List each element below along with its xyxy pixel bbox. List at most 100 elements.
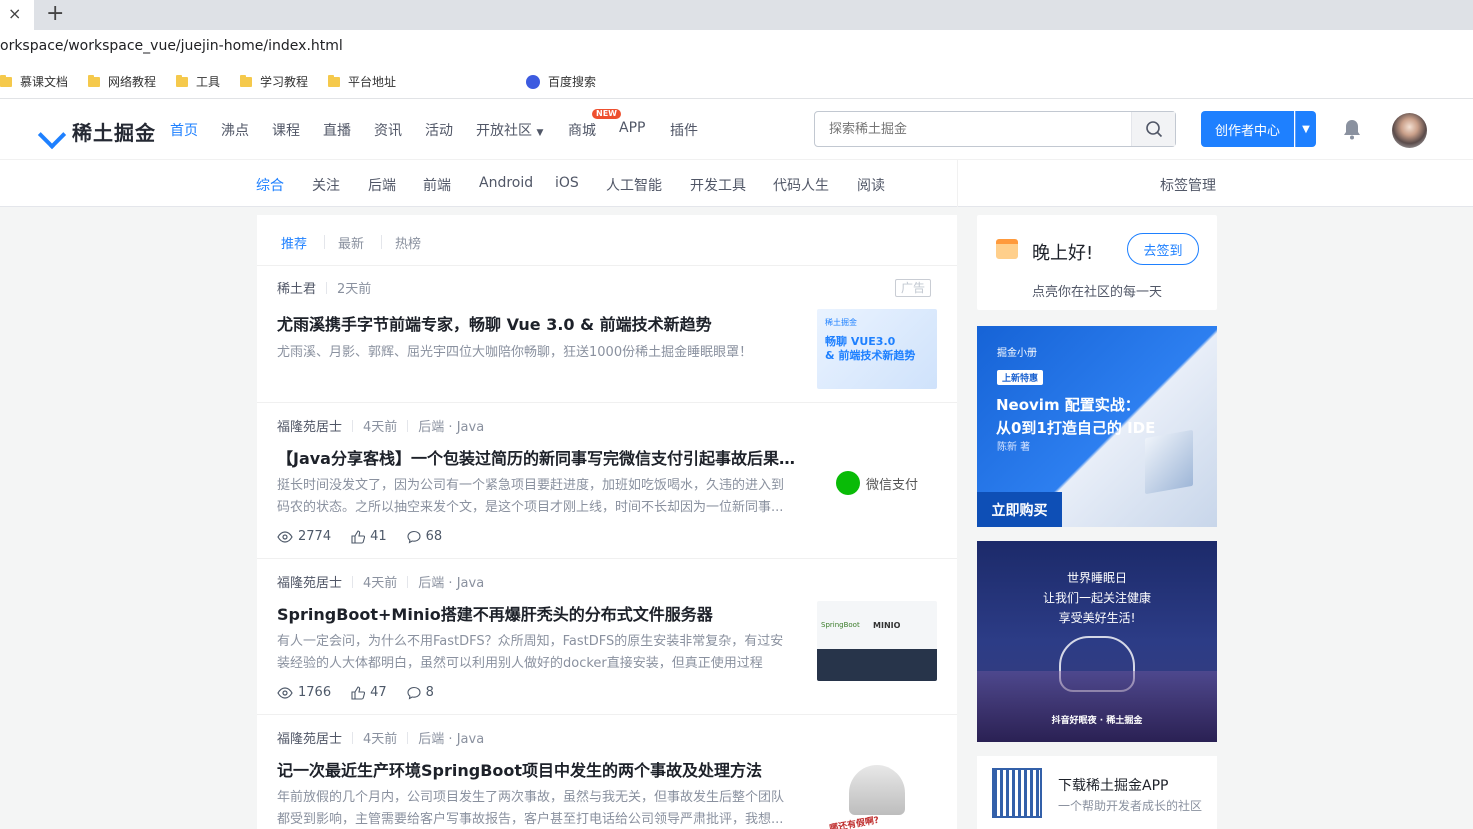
- caret-down-icon: ▼: [536, 128, 544, 138]
- folder-icon: [240, 74, 252, 87]
- article-item[interactable]: 福隆苑居士 4天前 后端 · Java 记一次最近生产环境SpringBoot项…: [257, 715, 957, 829]
- nav-events[interactable]: 活动: [425, 120, 453, 140]
- banner-tag: 上新特惠: [997, 370, 1044, 385]
- creator-dropdown-button[interactable]: ▼: [1295, 111, 1316, 147]
- category-android[interactable]: Android: [479, 175, 533, 191]
- user-avatar[interactable]: [1392, 113, 1427, 148]
- article-abstract[interactable]: 有人一定会问，为什么不用FastDFS？众所周知，FastDFS的原生安装非常复…: [277, 631, 787, 675]
- post-time: 4天前: [363, 732, 398, 747]
- caret-down-icon: ▼: [1302, 123, 1310, 135]
- search-input[interactable]: [815, 112, 1133, 146]
- article-tags[interactable]: 后端 · Java: [418, 572, 484, 591]
- nav-pins[interactable]: 沸点: [221, 120, 249, 140]
- article-abstract[interactable]: 挺长时间没发文了，因为公司有一个紧急项目要赶进度，加班如吃饭喝水，久违的进入到码…: [277, 475, 787, 519]
- bookmark-item[interactable]: 网络教程: [88, 73, 156, 90]
- course-banner[interactable]: 掘金小册 上新特惠 Neovim 配置实战： 从0到1打造自己的 IDE 陈新 …: [977, 326, 1217, 527]
- tag-management-link[interactable]: 标签管理: [1160, 175, 1216, 195]
- article-title[interactable]: SpringBoot+Minio搭建不再爆肝秃头的分布式文件服务器: [277, 601, 797, 625]
- juejin-logo-icon: [40, 121, 68, 143]
- post-time: 4天前: [363, 420, 398, 435]
- bookmark-item[interactable]: 学习教程: [240, 73, 308, 90]
- nav-home[interactable]: 首页: [170, 120, 198, 140]
- article-item[interactable]: 稀土君 2天前 尤雨溪携手字节前端专家，畅聊 Vue 3.0 & 前端技术新趋势…: [257, 266, 957, 403]
- article-tags[interactable]: 后端 · Java: [418, 416, 484, 435]
- article-thumbnail[interactable]: 稀土掘金 畅聊 VUE3.0 & 前端技术新趋势: [817, 309, 937, 389]
- category-frontend[interactable]: 前端: [423, 175, 451, 195]
- sleep-day-banner[interactable]: 世界睡眠日 让我们一起关注健康 享受美好生活! 抖音好眠夜 · 稀土掘金: [977, 541, 1217, 742]
- category-code-life[interactable]: 代码人生: [773, 175, 829, 195]
- category-following[interactable]: 关注: [312, 175, 340, 195]
- article-meta: 福隆苑居士 4天前 后端 · Java: [277, 572, 484, 591]
- article-item[interactable]: 福隆苑居士 4天前 后端 · Java SpringBoot+Minio搭建不再…: [257, 559, 957, 715]
- article-item[interactable]: 福隆苑居士 4天前 后端 · Java 【Java分享客栈】一个包装过简历的新同…: [257, 403, 957, 559]
- url-text[interactable]: orkspace/workspace_vue/juejin-home/index…: [0, 38, 343, 54]
- article-title[interactable]: 尤雨溪携手字节前端专家，畅聊 Vue 3.0 & 前端技术新趋势: [277, 311, 797, 335]
- author-name[interactable]: 稀土君: [277, 278, 316, 297]
- nav-plugins[interactable]: 插件: [670, 120, 698, 140]
- notification-bell-icon[interactable]: [1341, 118, 1363, 140]
- buy-now-button[interactable]: 立即购买: [977, 492, 1062, 527]
- banner-title: 从0到1打造自己的 IDE: [996, 419, 1156, 437]
- category-backend[interactable]: 后端: [368, 175, 396, 195]
- nav-news[interactable]: 资讯: [374, 120, 402, 140]
- category-reading[interactable]: 阅读: [857, 175, 885, 195]
- figure-illustration-icon: [849, 765, 905, 815]
- nav-mall[interactable]: 商城: [568, 120, 596, 140]
- banner-brand: 掘金小册: [997, 348, 1037, 359]
- search-button[interactable]: [1131, 112, 1175, 146]
- close-tab-icon[interactable]: ×: [8, 4, 21, 24]
- article-abstract[interactable]: 尤雨溪、月影、郭辉、屈光宇四位大咖陪你畅聊，狂送1000份稀土掘金睡眠眼罩！: [277, 342, 787, 386]
- folder-icon: [0, 74, 12, 87]
- category-ios[interactable]: iOS: [555, 175, 579, 191]
- app-download-title[interactable]: 下载稀土掘金APP: [1058, 775, 1168, 795]
- banner-author: 陈新 著: [997, 442, 1031, 453]
- article-thumbnail[interactable]: 哪还有假啊?: [817, 755, 937, 829]
- article-thumbnail[interactable]: 微信支付: [817, 443, 937, 523]
- divider: [324, 235, 325, 249]
- comment-icon: [407, 530, 421, 544]
- nav-open-community[interactable]: 开放社区 ▼: [476, 120, 543, 140]
- eye-icon: [277, 686, 293, 699]
- like-button[interactable]: 41: [351, 529, 387, 544]
- category-devtools[interactable]: 开发工具: [690, 175, 746, 195]
- juejin-logo[interactable]: 稀土掘金: [40, 117, 156, 146]
- ad-badge: 广告: [895, 279, 932, 297]
- article-abstract[interactable]: 年前放假的几个月内，公司项目发生了两次事故，虽然与我无关，但事故发生后整个团队都…: [277, 787, 787, 829]
- tab-latest[interactable]: 最新: [338, 233, 364, 252]
- new-tab-button[interactable]: +: [46, 2, 64, 26]
- author-name[interactable]: 福隆苑居士: [277, 728, 342, 747]
- new-badge: NEW: [592, 109, 621, 119]
- comment-button[interactable]: 8: [407, 685, 434, 700]
- article-thumbnail[interactable]: SpringBoot MINIO: [817, 601, 937, 681]
- bookmark-item[interactable]: 百度搜索: [526, 73, 596, 90]
- signin-subtitle: 点亮你在社区的每一天: [1031, 285, 1162, 300]
- comment-icon: [407, 686, 421, 700]
- article-title[interactable]: 记一次最近生产环境SpringBoot项目中发生的两个事故及处理方法: [277, 757, 797, 781]
- app-download-subtitle: 一个帮助开发者成长的社区: [1058, 799, 1203, 813]
- article-meta: 福隆苑居士 4天前 后端 · Java: [277, 416, 484, 435]
- author-name[interactable]: 福隆苑居士: [277, 572, 342, 591]
- article-tags[interactable]: 后端 · Java: [418, 728, 484, 747]
- nav-live[interactable]: 直播: [323, 120, 351, 140]
- banner-title: Neovim 配置实战：: [996, 396, 1140, 414]
- tab-hot[interactable]: 热榜: [395, 233, 421, 252]
- checkin-button[interactable]: 去签到: [1127, 233, 1199, 265]
- nav-app[interactable]: APP: [619, 120, 645, 136]
- wechat-pay-icon: [835, 471, 860, 495]
- comment-button[interactable]: 68: [407, 529, 442, 544]
- thumbs-up-icon: [351, 685, 366, 700]
- bookmarks-bar: 慕课文档 网络教程 工具 学习教程 平台地址 百度搜索: [0, 65, 1473, 99]
- author-name[interactable]: 福隆苑居士: [277, 416, 342, 435]
- like-button[interactable]: 47: [351, 685, 387, 700]
- article-title[interactable]: 【Java分享客栈】一个包装过简历的新同事写完微信支付引起事故后果...: [277, 445, 797, 469]
- category-ai[interactable]: 人工智能: [606, 175, 662, 195]
- creator-center-button[interactable]: 创作者中心: [1201, 111, 1294, 147]
- tab-recommended[interactable]: 推荐: [281, 233, 307, 252]
- nav-course[interactable]: 课程: [272, 120, 300, 140]
- category-all[interactable]: 综合: [256, 175, 284, 195]
- bookmark-item[interactable]: 平台地址: [328, 73, 396, 90]
- bookmark-item[interactable]: 慕课文档: [0, 73, 68, 90]
- building-silhouette: [977, 671, 1217, 742]
- bookmark-item[interactable]: 工具: [176, 73, 220, 90]
- eye-icon: [277, 530, 293, 543]
